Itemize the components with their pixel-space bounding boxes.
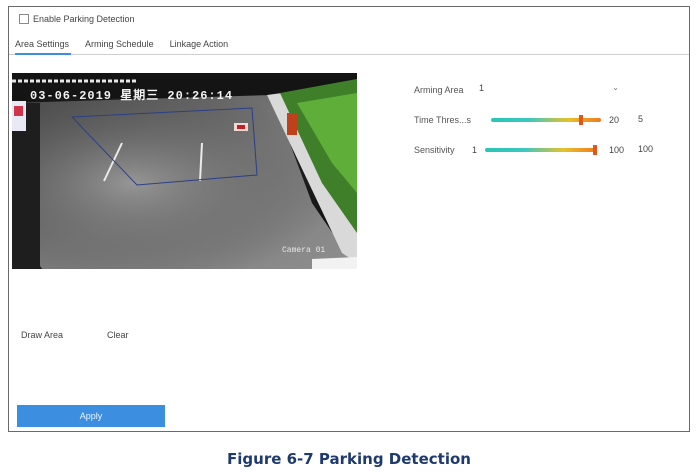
time-threshold-unit: s: [466, 115, 472, 125]
clear-button[interactable]: Clear: [107, 330, 129, 340]
sensitivity-input[interactable]: 100: [634, 143, 657, 156]
arming-area-value: 1: [479, 83, 485, 93]
sensitivity-min: 1: [472, 145, 478, 155]
tab-linkage-action[interactable]: Linkage Action: [162, 37, 237, 54]
enable-parking-detection-checkbox[interactable]: [19, 14, 29, 24]
tab-bar: Area Settings Arming Schedule Linkage Ac…: [9, 37, 689, 55]
time-threshold-input[interactable]: 5: [634, 113, 647, 126]
enable-parking-detection-row[interactable]: Enable Parking Detection: [19, 14, 135, 24]
apply-button[interactable]: Apply: [17, 405, 165, 427]
sensitivity-label: Sensitivity: [414, 145, 455, 155]
draw-area-button[interactable]: Draw Area: [21, 330, 63, 340]
parking-detection-panel: Enable Parking Detection Area Settings A…: [8, 6, 690, 432]
chevron-down-icon: ⌄: [612, 83, 619, 92]
figure-caption: Figure 6-7 Parking Detection: [227, 450, 471, 468]
sensitivity-value: 100: [609, 145, 625, 155]
time-threshold-label: Time Thres...s: [414, 115, 471, 125]
osd-date-time: 03-06-2019 星期三 20:26:14: [30, 89, 234, 103]
time-threshold-value: 20: [609, 115, 620, 125]
sensitivity-slider-thumb[interactable]: [593, 145, 597, 155]
tab-arming-schedule[interactable]: Arming Schedule: [77, 37, 162, 54]
time-threshold-label-text: Time Thres...: [414, 115, 467, 125]
live-video-preview[interactable]: 03-06-2019 星期三 20:26:14 Camera 01: [12, 73, 357, 269]
time-threshold-slider-thumb[interactable]: [579, 115, 584, 125]
sensitivity-slider[interactable]: [485, 145, 597, 155]
time-threshold-slider[interactable]: [491, 115, 601, 125]
tab-area-settings[interactable]: Area Settings: [9, 37, 77, 55]
arming-area-label: Arming Area: [414, 85, 464, 95]
arming-area-select[interactable]: 1 ⌄: [479, 83, 619, 97]
enable-parking-detection-label: Enable Parking Detection: [33, 14, 135, 24]
osd-camera-name: Camera 01: [282, 246, 326, 255]
